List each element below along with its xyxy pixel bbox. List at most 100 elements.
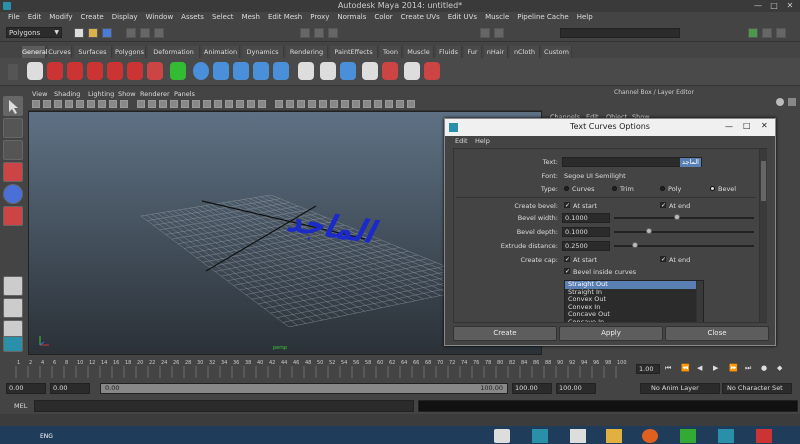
panel-tool-icon[interactable] [120,100,128,108]
panel-tool-icon[interactable] [98,100,106,108]
panel-tool-icon[interactable] [407,100,415,108]
paint-select-tool-icon[interactable] [3,140,23,160]
menu-color[interactable]: Color [370,12,396,23]
panel-tool-icon[interactable] [109,100,117,108]
dialog-menu-edit[interactable]: Edit [455,136,468,147]
dialog-minimize-button[interactable]: — [725,123,735,132]
bevel-depth-field[interactable]: 0.1000 [562,227,610,237]
panel-tool-icon[interactable] [297,100,305,108]
shelf-tab-toon[interactable]: Toon [380,46,402,58]
apply-button[interactable]: Apply [559,326,663,341]
playback-button-icon[interactable]: ◆ [777,364,782,372]
toggle-attribute-editor-icon[interactable] [748,28,758,38]
new-scene-icon[interactable] [74,28,84,38]
bevel-depth-slider[interactable] [614,231,754,233]
type-bevel-radio[interactable] [710,186,715,191]
shelf-sculpt-icon[interactable] [424,62,440,80]
toggle-channel-box-icon[interactable] [776,28,786,38]
chevron-icon[interactable] [788,98,796,106]
taskbar-app-icon[interactable] [494,429,510,443]
playback-button-icon[interactable]: ● [761,364,767,372]
shelf-sphere-icon[interactable] [193,62,209,80]
type-curves-radio[interactable] [564,186,569,191]
playback-button-icon[interactable]: ⏩ [729,364,738,372]
bevel-style-scrollbar[interactable] [696,281,703,322]
taskbar-app-icon[interactable] [570,429,586,443]
panel-tool-icon[interactable] [385,100,393,108]
panel-tool-icon[interactable] [236,100,244,108]
menu-mesh[interactable]: Mesh [238,12,264,23]
shelf-tab-fur[interactable]: Fur [464,46,482,58]
menu-window[interactable]: Window [142,12,178,23]
render-icon[interactable] [480,28,490,38]
lasso-tool-icon[interactable] [3,118,23,138]
panel-tool-icon[interactable] [43,100,51,108]
shelf-cube-icon[interactable] [213,62,229,80]
shelf-tab-animation[interactable]: Animation [202,46,240,58]
bevel-width-knob[interactable] [674,214,680,220]
panel-tool-icon[interactable] [308,100,316,108]
close-button[interactable]: ✕ [784,1,796,11]
shelf-tab-nhair[interactable]: nHair [484,46,508,58]
taskbar-folder-icon[interactable] [606,429,622,443]
text-input[interactable]: الماجد [562,157,702,167]
bevel-inside-checkbox[interactable]: ✓ [564,268,570,275]
menu-proxy[interactable]: Proxy [306,12,333,23]
open-scene-icon[interactable] [88,28,98,38]
shelf-arrow-icon[interactable] [170,62,186,80]
playback-button-icon[interactable]: ⏭ [745,364,751,373]
shelf-help-icon[interactable] [47,62,63,80]
panel-tool-icon[interactable] [330,100,338,108]
shelf-film-icon[interactable] [27,62,43,80]
rotate-tool-icon[interactable] [3,184,23,204]
panel-tool-icon[interactable] [225,100,233,108]
sphere-icon[interactable] [776,98,784,106]
language-indicator[interactable]: ENG [40,433,53,440]
select-tool-icon[interactable] [3,96,23,116]
type-poly-radio[interactable] [660,186,665,191]
shelf-tab-fluids[interactable]: Fluids [436,46,462,58]
menu-normals[interactable]: Normals [333,12,370,23]
bevel-depth-knob[interactable] [646,228,652,234]
menu-muscle[interactable]: Muscle [481,12,513,23]
panel-tool-icon[interactable] [192,100,200,108]
menu-help[interactable]: Help [573,12,597,23]
playback-button-icon[interactable]: ◀ [697,364,702,372]
panel-tool-icon[interactable] [341,100,349,108]
shelf-attr-icon[interactable] [320,62,336,80]
cap-at-start-checkbox[interactable]: ✓ [564,256,570,263]
menu-file[interactable]: File [4,12,24,23]
move-tool-icon[interactable] [3,162,23,182]
bevel-at-start-checkbox[interactable]: ✓ [564,202,570,209]
layout-persp-icon[interactable] [3,336,23,352]
taskbar-maya-icon[interactable] [532,429,548,443]
menu-pipeline-cache[interactable]: Pipeline Cache [513,12,572,23]
close-dialog-button[interactable]: Close [665,326,769,341]
select-component-icon[interactable] [154,28,164,38]
shelf-cone-icon[interactable] [253,62,269,80]
panel-tool-icon[interactable] [54,100,62,108]
playback-start-field[interactable]: 0.00 [50,383,90,394]
type-trim-radio[interactable] [612,186,617,191]
shelf-tab-ncloth[interactable]: nCloth [510,46,540,58]
panel-menu-view[interactable]: View [32,89,47,99]
panel-tool-icon[interactable] [258,100,266,108]
shelf-paint-icon[interactable] [67,62,83,80]
panel-tool-icon[interactable] [65,100,73,108]
shelf-outliner-icon[interactable] [340,62,356,80]
taskbar-app-icon[interactable] [680,429,696,443]
panel-menu-renderer[interactable]: Renderer [140,89,170,99]
layout-four-icon[interactable] [3,298,23,318]
select-object-icon[interactable] [140,28,150,38]
shelf-brush2-icon[interactable] [127,62,143,80]
ipr-render-icon[interactable] [494,28,504,38]
taskbar-app-icon[interactable] [718,429,734,443]
shelf-tab-general[interactable]: General [22,46,48,58]
panel-menu-show[interactable]: Show [118,89,136,99]
bevel-width-slider[interactable] [614,217,754,219]
dialog-menu-help[interactable]: Help [475,136,490,147]
menu-display[interactable]: Display [108,12,142,23]
shelf-stroke-icon[interactable] [107,62,123,80]
panel-tool-icon[interactable] [159,100,167,108]
panel-tool-icon[interactable] [363,100,371,108]
